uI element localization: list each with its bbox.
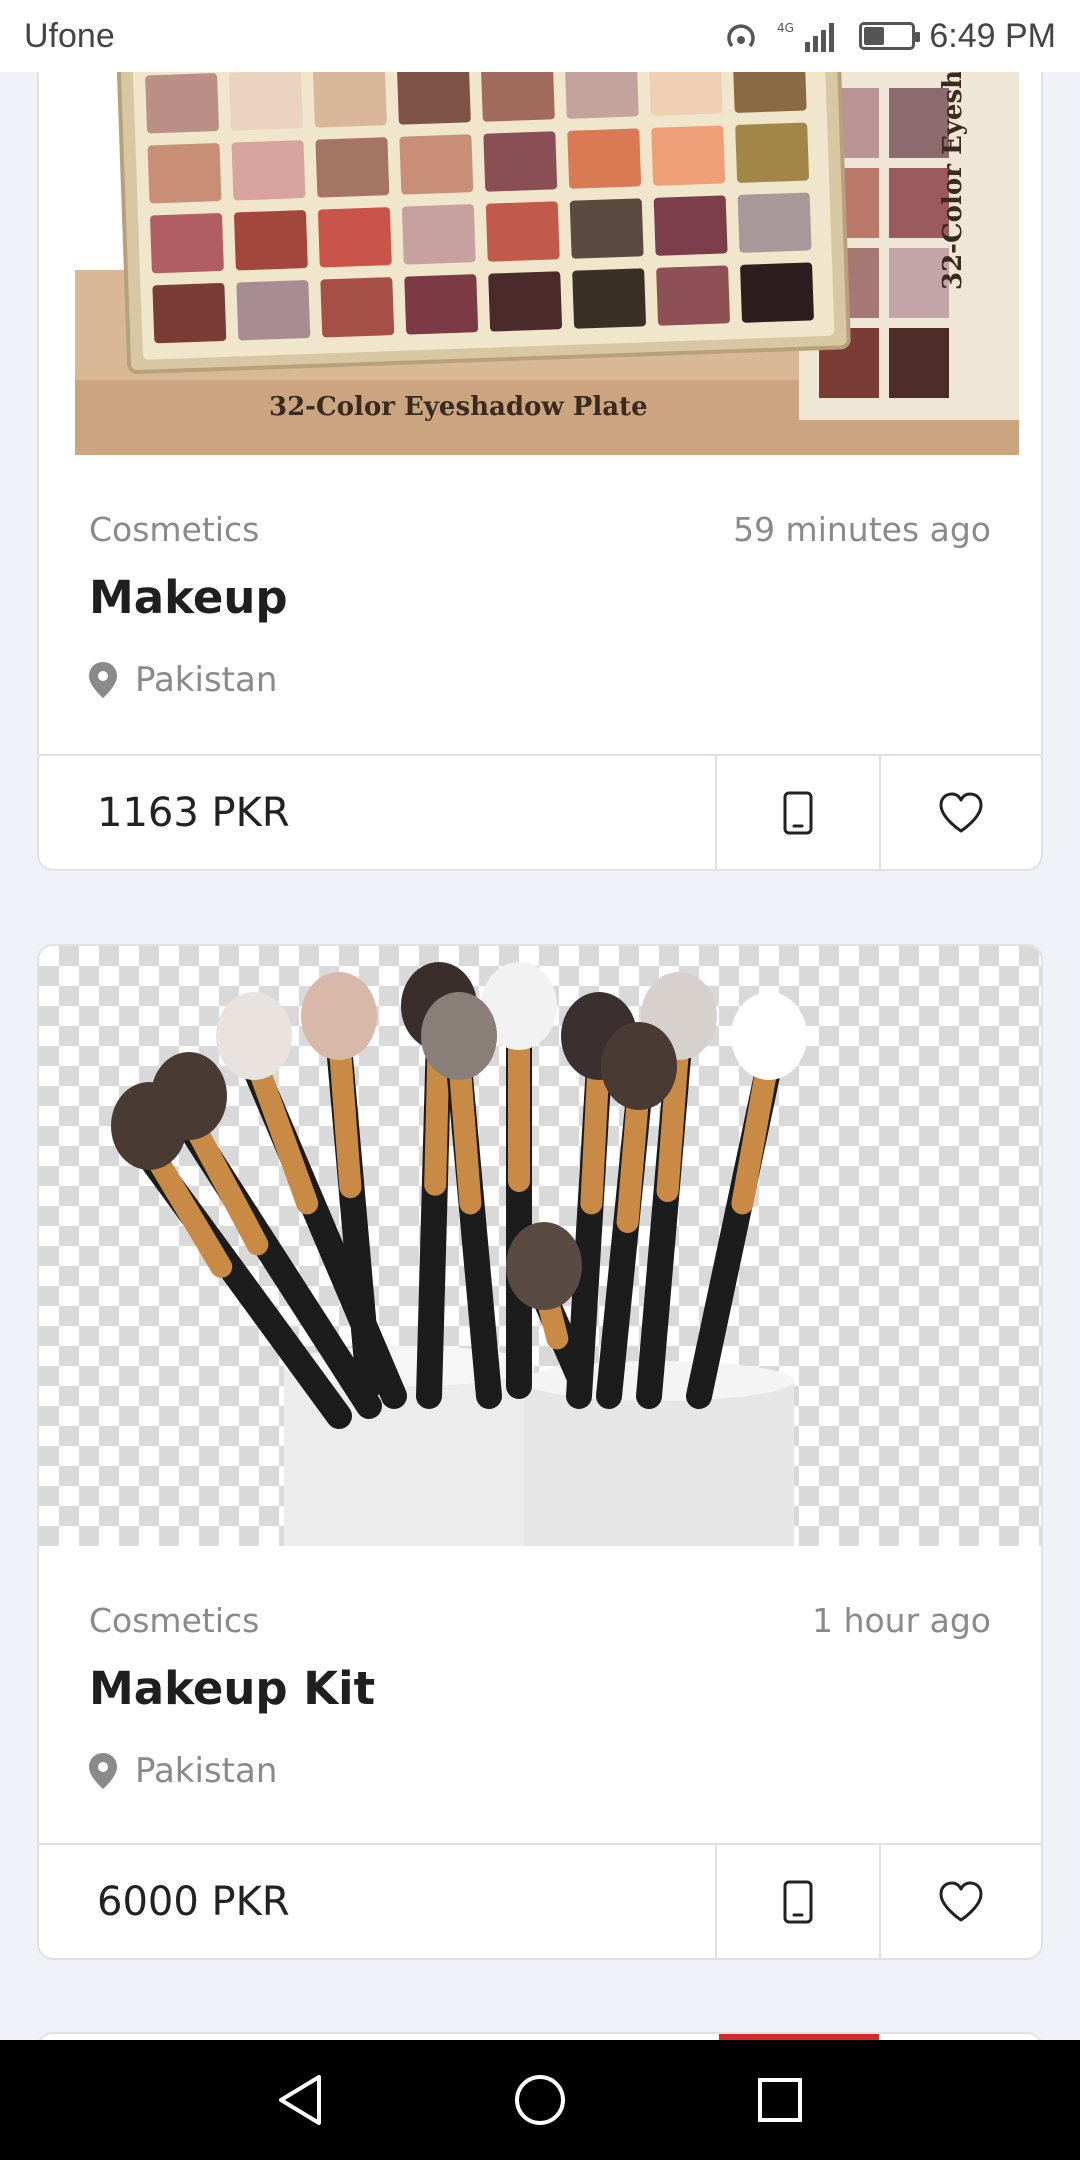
listing-action-bar: 6000 PKR — [39, 1843, 1041, 1958]
listing-location: Pakistan — [89, 1751, 991, 1791]
eyeshadow-pan — [483, 131, 558, 192]
eyeshadow-pan — [740, 262, 814, 323]
status-icons: 4G 6:49 PM — [721, 17, 1056, 56]
eyeshadow-pan — [651, 125, 726, 186]
listing-location: Pakistan — [89, 660, 991, 700]
eyeshadow-pan — [147, 143, 222, 204]
eyeshadow-pan — [234, 210, 308, 271]
listing-card[interactable]: Cosmetics 1 hour ago Makeup Kit Pakistan… — [37, 944, 1043, 1960]
call-button[interactable] — [717, 1845, 881, 1958]
brush-bristles — [731, 992, 807, 1080]
location-label: Pakistan — [135, 1751, 278, 1791]
listing-title[interactable]: Makeup Kit — [89, 1662, 991, 1715]
battery-fill — [864, 27, 885, 45]
brush-bristles — [506, 1222, 582, 1310]
map-pin-icon — [89, 1753, 117, 1789]
eyeshadow-pan — [735, 122, 809, 183]
listing-image[interactable]: 32-Color Eyesh 32-Color Eyeshadow Plate — [39, 20, 1041, 455]
call-button[interactable] — [717, 756, 881, 869]
eyeshadow-pan — [401, 204, 476, 265]
favorite-button[interactable] — [881, 756, 1041, 869]
listing-info: Cosmetics 59 minutes ago Makeup Pakistan — [39, 510, 1041, 700]
eyeshadow-pan — [231, 140, 306, 201]
eyeshadow-pan — [488, 271, 563, 332]
eyeshadow-pan — [315, 137, 390, 198]
listing-category: Cosmetics — [89, 510, 260, 549]
home-circle-icon — [515, 2075, 565, 2125]
palette-box-label: 32-Color Eyeshadow Plate — [269, 392, 648, 422]
listing-time: 1 hour ago — [812, 1601, 991, 1640]
heart-icon — [939, 1881, 983, 1921]
home-button[interactable] — [500, 2060, 580, 2140]
listing-action-bar: 1163 PKR — [39, 754, 1041, 869]
palette-side-label: 32-Color Eyesh — [938, 70, 968, 290]
favorite-button[interactable] — [881, 1845, 1041, 1958]
back-triangle-icon — [279, 2075, 321, 2125]
signal-icon: 4G — [775, 18, 845, 54]
brush-bristles — [301, 972, 377, 1060]
system-nav-bar — [0, 2040, 1080, 2160]
recents-button[interactable] — [740, 2060, 820, 2140]
phone-icon — [783, 791, 813, 834]
eyeshadow-pan — [569, 198, 644, 259]
listing-category: Cosmetics — [89, 1601, 260, 1640]
listing-meta: Cosmetics 59 minutes ago — [89, 510, 991, 549]
brush-bristles — [601, 1022, 677, 1110]
network-type: 4G — [777, 21, 794, 35]
heart-icon — [939, 792, 983, 832]
brush-bristles — [216, 992, 292, 1080]
eyeshadow-pan — [397, 64, 471, 125]
eyeshadow-pan — [656, 265, 730, 326]
recents-square-icon — [758, 2078, 802, 2122]
listing-price: 1163 PKR — [39, 756, 717, 869]
hotspot-icon — [721, 18, 761, 54]
brush-bristles — [421, 992, 497, 1080]
back-button[interactable] — [260, 2060, 340, 2140]
eyeshadow-pan — [320, 277, 395, 338]
eyeshadow-pan — [152, 283, 227, 344]
status-bar: Ufone 4G 6:49 PM — [0, 0, 1080, 72]
listing-card[interactable]: 32-Color Eyesh 32-Color Eyeshadow Plate … — [37, 20, 1043, 871]
eyeshadow-pan — [229, 70, 303, 131]
location-label: Pakistan — [135, 660, 278, 700]
eyeshadow-pan — [399, 134, 474, 195]
listing-price: 6000 PKR — [39, 1845, 717, 1958]
eyeshadow-pan — [653, 195, 728, 256]
listing-image[interactable] — [39, 946, 1041, 1546]
clock: 6:49 PM — [929, 16, 1056, 55]
listing-meta: Cosmetics 1 hour ago — [89, 1601, 991, 1640]
phone-icon — [783, 1880, 813, 1923]
eyeshadow-pan — [313, 67, 387, 128]
eyeshadow-pan — [737, 192, 812, 253]
eyeshadow-pan — [150, 213, 224, 274]
eyeshadow-pan — [572, 268, 646, 329]
eyeshadow-pan — [485, 201, 560, 262]
battery-icon — [859, 22, 921, 50]
listing-info: Cosmetics 1 hour ago Makeup Kit Pakistan — [39, 1601, 1041, 1791]
eyeshadow-pan — [404, 274, 479, 335]
brush-bristles — [111, 1082, 187, 1170]
eyeshadow-pan — [317, 207, 392, 268]
eyeshadow-pan — [236, 280, 311, 341]
eyeshadow-pan — [567, 128, 642, 189]
carrier-name: Ufone — [24, 16, 115, 55]
listing-time: 59 minutes ago — [733, 510, 991, 549]
listing-title[interactable]: Makeup — [89, 571, 991, 624]
map-pin-icon — [89, 662, 117, 698]
eyeshadow-pan — [145, 73, 219, 134]
